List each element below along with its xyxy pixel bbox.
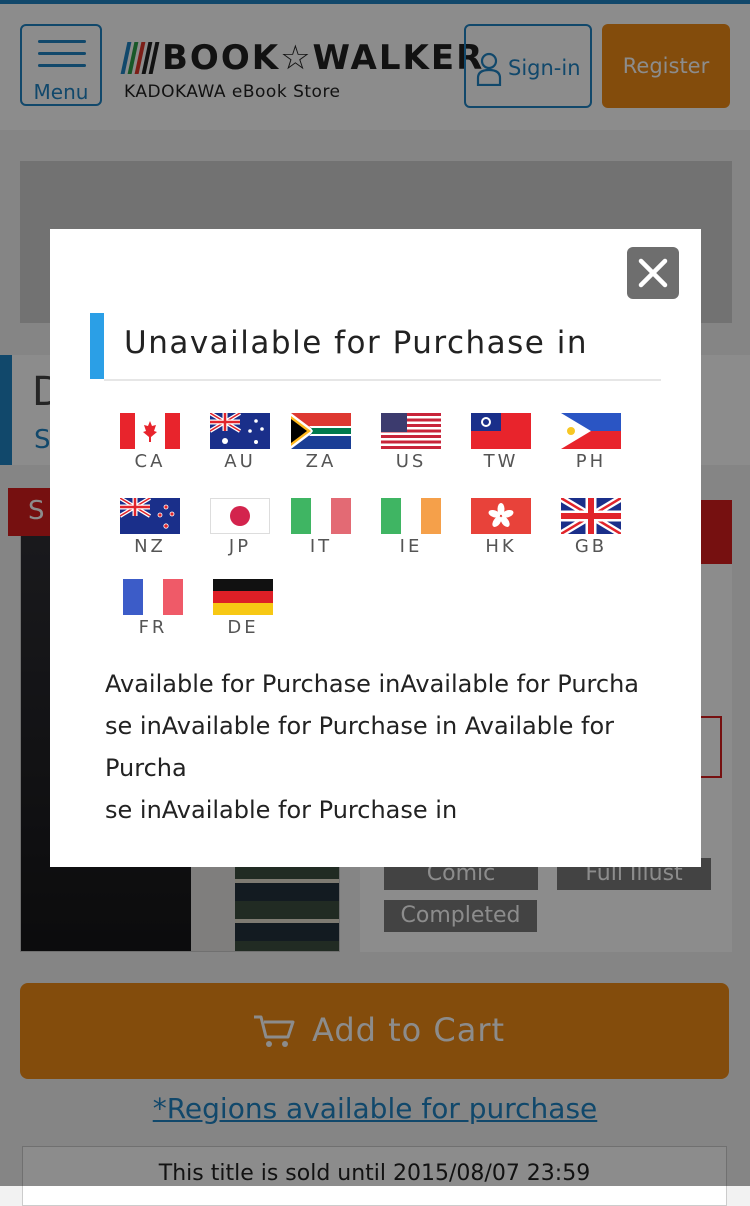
flag-de-icon xyxy=(213,579,273,615)
available-regions-text: Available for Purchase inAvailable for P… xyxy=(105,670,639,824)
flag-au-icon xyxy=(210,413,270,449)
modal-divider xyxy=(104,379,661,381)
flag-it-icon xyxy=(291,498,351,534)
flag-gb-icon xyxy=(561,498,621,534)
close-icon xyxy=(638,258,668,288)
country-code: PH xyxy=(575,451,607,472)
country-code: AU xyxy=(224,451,256,472)
country-code: IT xyxy=(309,536,333,557)
flag-nz-icon xyxy=(120,498,180,534)
flag-us-icon xyxy=(381,413,441,449)
country-code: HK xyxy=(485,536,517,557)
country-code: DE xyxy=(227,617,259,638)
country-code: ZA xyxy=(305,451,337,472)
country-code: TW xyxy=(483,451,519,472)
flag-tw-icon xyxy=(471,413,531,449)
country-code: CA xyxy=(134,451,166,472)
country-code: JP xyxy=(228,536,252,557)
flag-ie-icon xyxy=(381,498,441,534)
flag-ca-icon xyxy=(120,413,180,449)
flag-ph-icon xyxy=(561,413,621,449)
unavailable-regions-modal: Unavailable for Purchase in CA AU ZA US … xyxy=(50,229,701,867)
flag-hk-icon xyxy=(471,498,531,534)
country-code: IE xyxy=(399,536,423,557)
country-code: NZ xyxy=(134,536,166,557)
flag-za-icon xyxy=(291,413,351,449)
country-code: FR xyxy=(138,617,168,638)
modal-title-accent xyxy=(90,313,104,379)
flag-jp-icon xyxy=(210,498,270,534)
country-code: GB xyxy=(574,536,608,557)
country-code: US xyxy=(395,451,427,472)
close-button[interactable] xyxy=(627,247,679,299)
modal-title: Unavailable for Purchase in xyxy=(124,325,588,361)
flag-fr-icon xyxy=(123,579,183,615)
